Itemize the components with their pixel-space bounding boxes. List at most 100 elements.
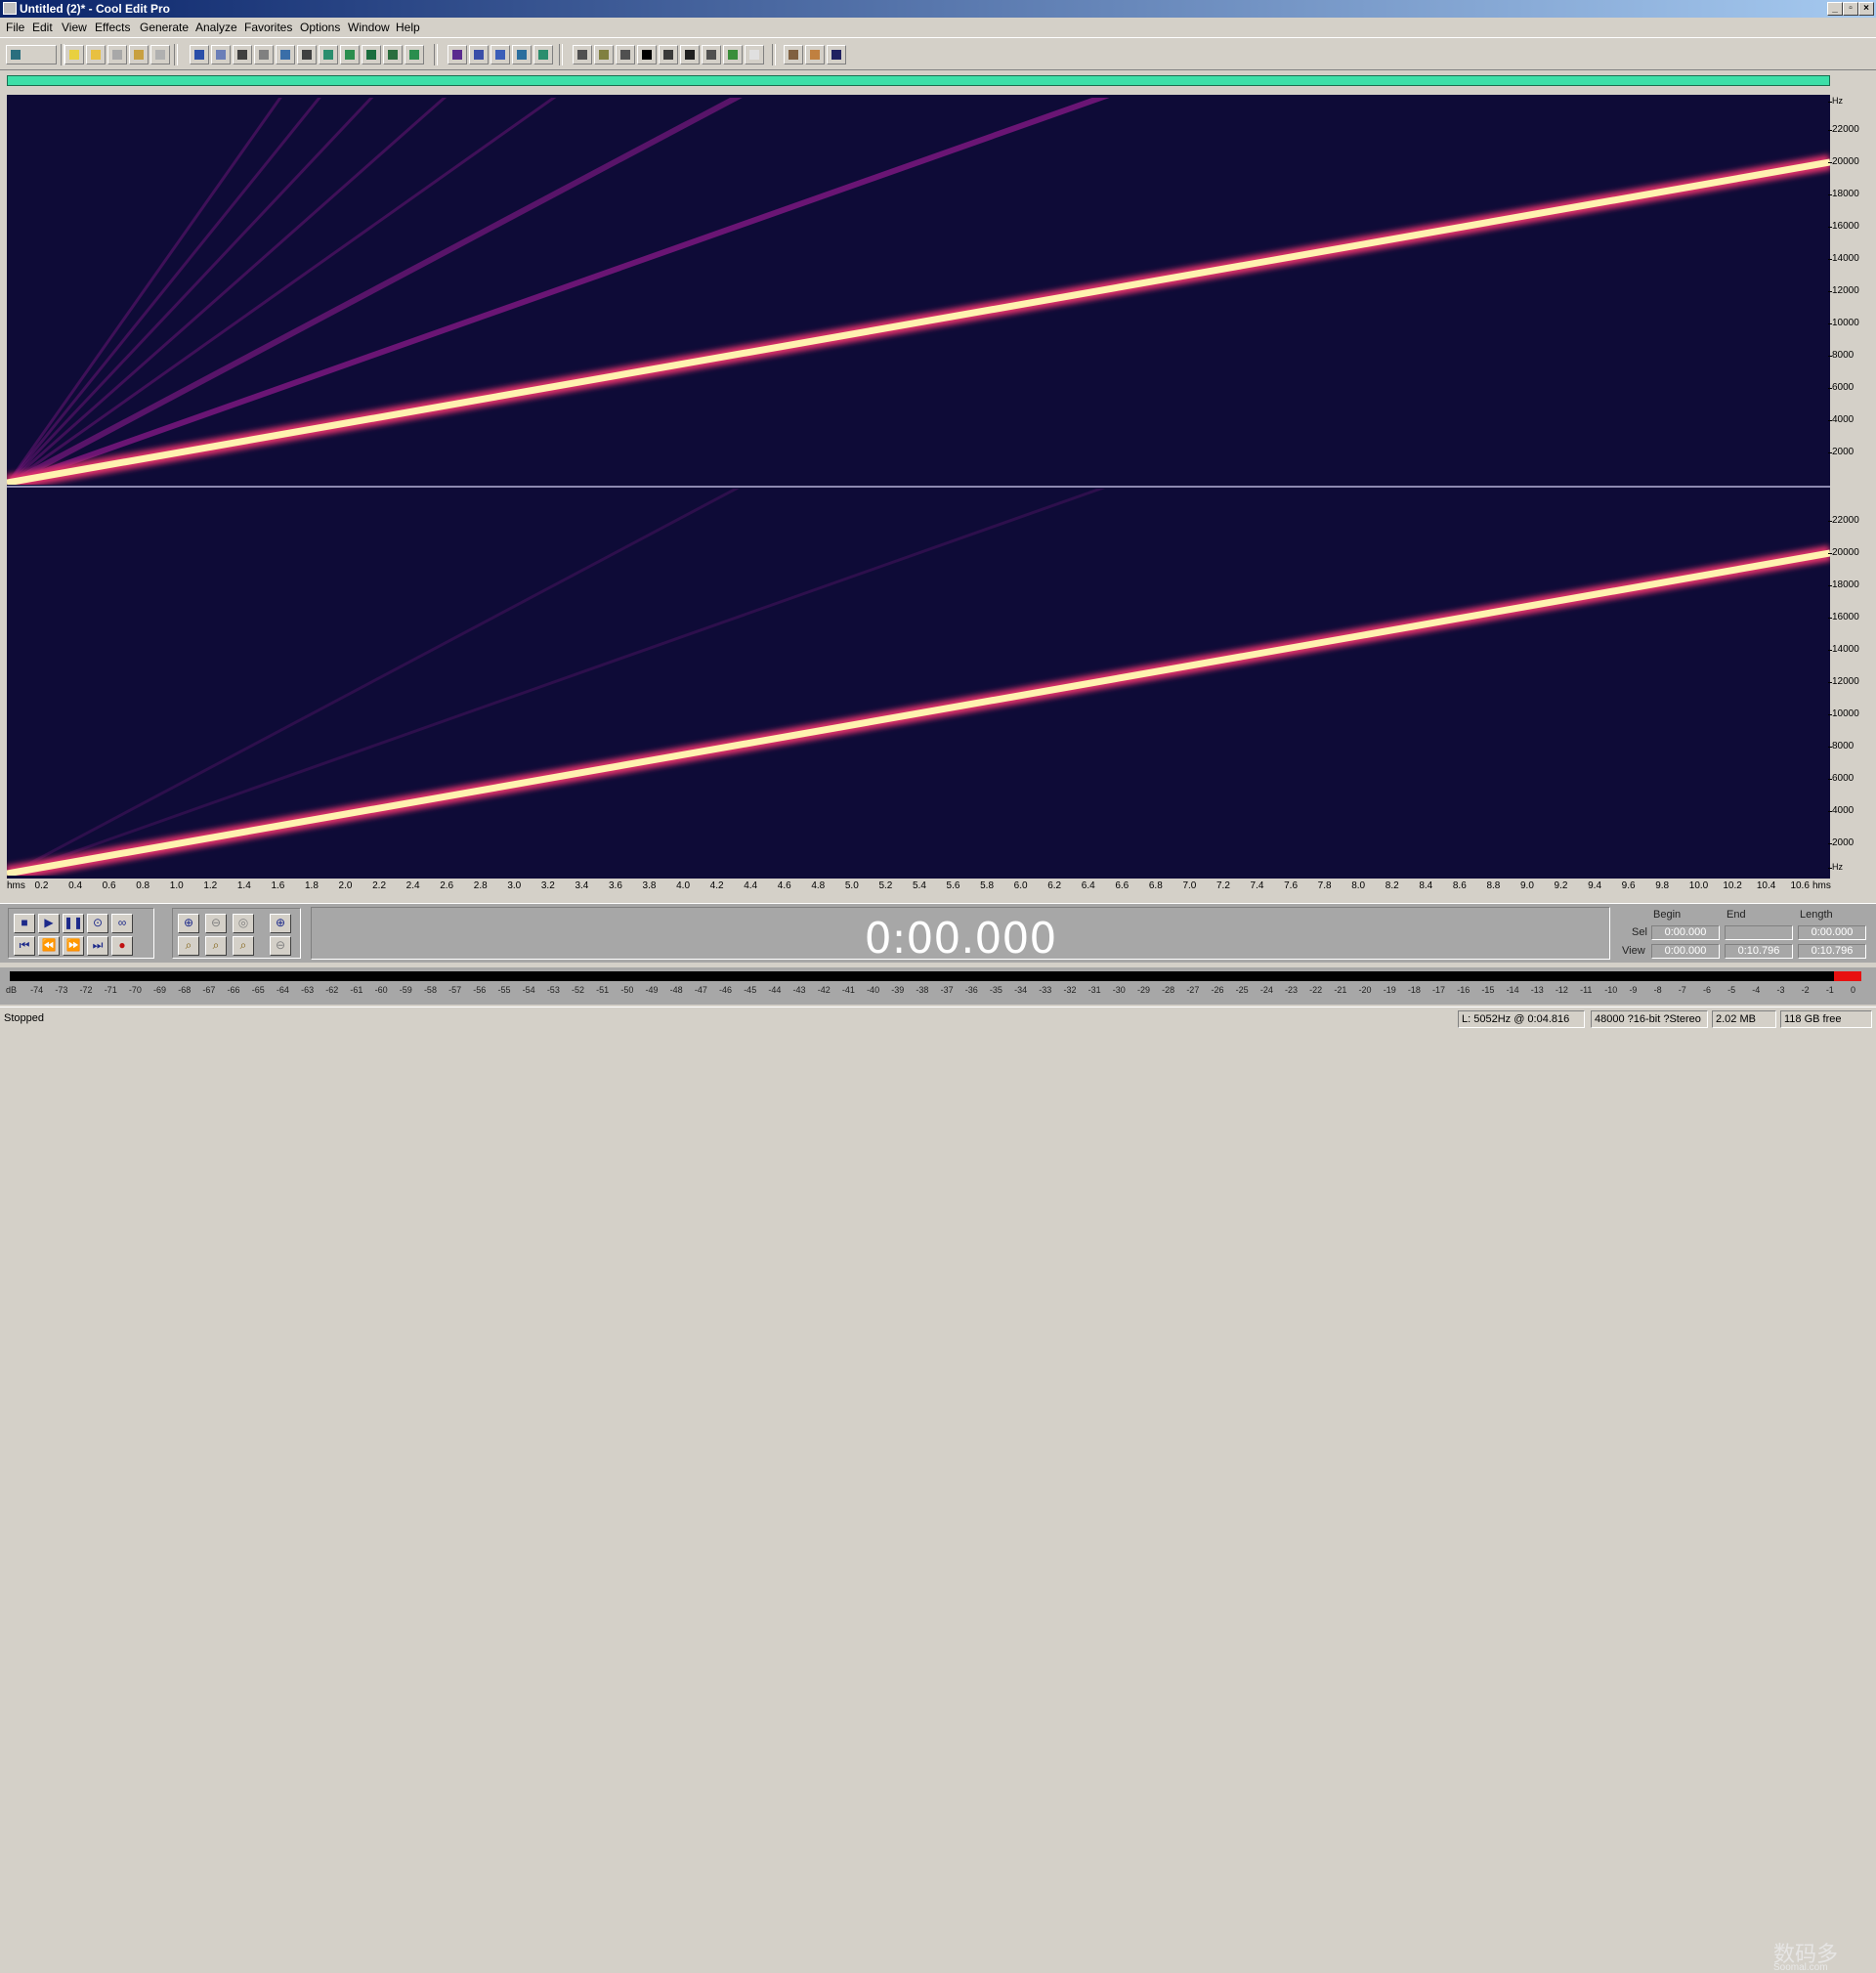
record-settings-icon[interactable] xyxy=(383,45,403,64)
selection-panel: Begin End Length Sel View 0:00.000 0:00.… xyxy=(1616,907,1872,960)
app-icon[interactable] xyxy=(3,2,17,15)
cut-icon[interactable] xyxy=(233,45,252,64)
menu-file[interactable]: File xyxy=(6,21,24,34)
scripts-icon[interactable] xyxy=(805,45,825,64)
save-icon[interactable] xyxy=(107,45,127,64)
stop-button[interactable]: ■ xyxy=(14,914,35,933)
db-scale-label: -28 xyxy=(1162,985,1175,995)
db-scale-label: -74 xyxy=(30,985,44,995)
db-scale-label: -25 xyxy=(1235,985,1249,995)
overview-bar[interactable] xyxy=(7,75,1830,86)
time-tick-label: 0.8 xyxy=(136,880,150,891)
menu-edit[interactable]: Edit xyxy=(32,21,53,34)
sel-length-field[interactable]: 0:00.000 xyxy=(1798,925,1866,940)
zoom-in-icon[interactable]: ⊕ xyxy=(178,914,199,933)
zoom-right-icon[interactable]: ⌕ xyxy=(205,936,227,956)
trim-icon[interactable] xyxy=(297,45,317,64)
open-file-icon[interactable] xyxy=(86,45,106,64)
menu-favorites[interactable]: Favorites xyxy=(244,21,292,34)
zoom-in-vertical-icon[interactable]: ⊕ xyxy=(270,914,291,933)
zoom-full-icon[interactable]: ◎ xyxy=(233,914,254,933)
spectral-view-icon[interactable] xyxy=(469,45,489,64)
copy-icon[interactable] xyxy=(254,45,274,64)
loop-play-button[interactable]: ∞ xyxy=(111,914,133,933)
go-to-start-button[interactable]: ⏮ xyxy=(14,936,35,956)
time-tick-label: 5.2 xyxy=(878,880,893,891)
info-panel-icon[interactable] xyxy=(745,45,764,64)
play-to-end-button[interactable]: ⊙ xyxy=(87,914,108,933)
marker-icon[interactable] xyxy=(594,45,614,64)
db-scale-label: -55 xyxy=(497,985,511,995)
paste-icon[interactable] xyxy=(276,45,295,64)
time-tick-label: 0.6 xyxy=(102,880,116,891)
record-button[interactable]: ● xyxy=(111,936,133,956)
generate-icon[interactable] xyxy=(362,45,381,64)
time-tick-label: 6.8 xyxy=(1148,880,1163,891)
spectrogram-display[interactable] xyxy=(7,95,1830,892)
zoom-selection-icon[interactable]: ⌕ xyxy=(233,936,254,956)
waveform-view-icon[interactable] xyxy=(448,45,467,64)
zoom-out-icon[interactable]: ⊖ xyxy=(205,914,227,933)
spectral-pan-icon[interactable] xyxy=(490,45,510,64)
mix-paste-icon[interactable] xyxy=(319,45,338,64)
hz-unit-label: Hz xyxy=(1828,96,1843,106)
time-tick-label: 7.2 xyxy=(1216,880,1230,891)
counter-icon[interactable] xyxy=(702,45,721,64)
save-as-icon[interactable] xyxy=(129,45,149,64)
undo-icon[interactable] xyxy=(190,45,209,64)
freq-tick-label: 6000 xyxy=(1827,773,1855,784)
loop-icon[interactable] xyxy=(405,45,424,64)
snap-icon[interactable] xyxy=(573,45,592,64)
sel-begin-field[interactable]: 0:00.000 xyxy=(1651,925,1720,940)
zoom-out-vertical-icon[interactable]: ⊖ xyxy=(270,936,291,956)
menu-view[interactable]: View xyxy=(62,21,87,34)
help-icon[interactable] xyxy=(827,45,846,64)
close-button[interactable]: × xyxy=(1858,2,1874,16)
time-format-icon[interactable] xyxy=(680,45,700,64)
db-scale-label: -9 xyxy=(1629,985,1638,995)
clip-indicator[interactable] xyxy=(1834,971,1861,981)
redo-icon[interactable] xyxy=(211,45,231,64)
close-file-icon[interactable] xyxy=(150,45,170,64)
play-button[interactable]: ▶ xyxy=(38,914,60,933)
rewind-button[interactable]: ⏪ xyxy=(38,936,60,956)
zoom-left-icon[interactable]: ⌕ xyxy=(178,936,199,956)
spectral-phase-icon[interactable] xyxy=(512,45,532,64)
menu-window[interactable]: Window xyxy=(348,21,390,34)
db-scale-label: -3 xyxy=(1776,985,1785,995)
fast-forward-button[interactable]: ⏩ xyxy=(63,936,84,956)
db-scale-label: -6 xyxy=(1702,985,1711,995)
menu-generate[interactable]: Generate xyxy=(140,21,189,34)
db-scale-label: dB xyxy=(6,985,18,995)
menu-options[interactable]: Options xyxy=(300,21,340,34)
new-file-icon[interactable] xyxy=(64,45,84,64)
pause-button[interactable]: ❚❚ xyxy=(63,914,84,933)
meter-icon[interactable] xyxy=(723,45,743,64)
view-begin-field[interactable]: 0:00.000 xyxy=(1651,944,1720,959)
toolbar-separator xyxy=(559,44,563,65)
db-scale-label: 0 xyxy=(1851,985,1856,995)
frequency-analysis-icon[interactable] xyxy=(533,45,553,64)
cue-list-icon[interactable] xyxy=(616,45,635,64)
view-end-field[interactable]: 0:10.796 xyxy=(1725,944,1793,959)
toolbar-separator xyxy=(772,44,776,65)
begin-header: Begin xyxy=(1653,909,1682,921)
multitrack-toggle-button[interactable] xyxy=(6,45,57,64)
insert-icon[interactable] xyxy=(340,45,360,64)
play-list-icon[interactable] xyxy=(637,45,657,64)
minimize-button[interactable]: _ xyxy=(1827,2,1843,16)
db-scale-label: -73 xyxy=(55,985,68,995)
zoom-settings-icon[interactable] xyxy=(659,45,678,64)
time-tick-label: 7.8 xyxy=(1317,880,1332,891)
sel-end-field[interactable] xyxy=(1725,925,1793,940)
settings-icon[interactable] xyxy=(784,45,803,64)
view-length-field[interactable]: 0:10.796 xyxy=(1798,944,1866,959)
time-tick-label: 8.4 xyxy=(1419,880,1433,891)
menu-help[interactable]: Help xyxy=(396,21,420,34)
go-to-end-button[interactable]: ⏭ xyxy=(87,936,108,956)
freq-tick-label: 10000 xyxy=(1828,318,1859,328)
restore-button[interactable]: ▫ xyxy=(1843,2,1858,16)
menu-effects[interactable]: Effects xyxy=(95,21,130,34)
db-scale-label: -14 xyxy=(1506,985,1519,995)
menu-analyze[interactable]: Analyze xyxy=(195,21,237,34)
